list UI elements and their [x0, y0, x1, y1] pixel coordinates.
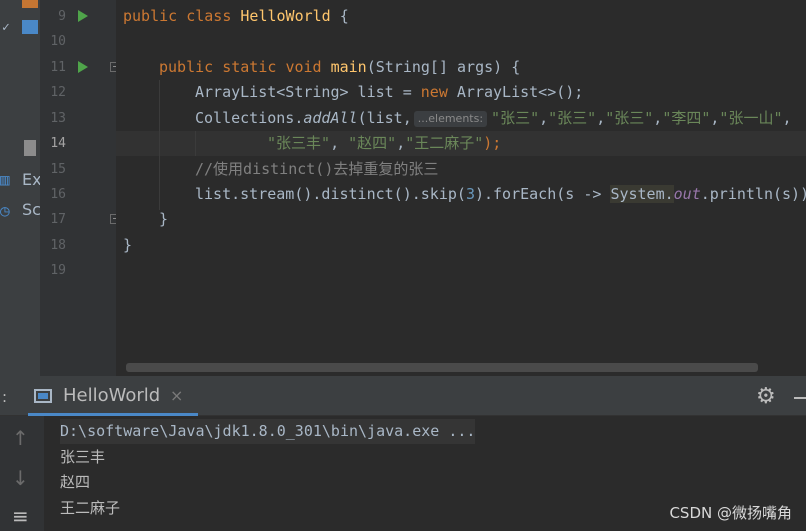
- line-number: 16: [50, 187, 66, 202]
- checkmark-icon: ✓: [2, 20, 10, 35]
- clock-icon[interactable]: ◷: [0, 201, 10, 220]
- console-output-line: 赵四: [60, 473, 91, 491]
- params: (String[] args) {: [366, 58, 521, 76]
- method-name: main: [330, 58, 367, 76]
- file-icon[interactable]: [24, 140, 36, 156]
- run-tool-window-header: : HelloWorld × ⚙: [0, 380, 806, 416]
- folder-icon[interactable]: [22, 20, 38, 34]
- brace: }: [123, 236, 133, 254]
- class-name: HelloWorld: [240, 7, 331, 25]
- editor-gutter: 9 10 11 12 13 14 15 16 17 18 19: [40, 0, 120, 376]
- string-literal: "张三": [491, 109, 540, 127]
- sidebar-item-sc[interactable]: Sc: [22, 200, 41, 219]
- indent-guide: [159, 80, 160, 210]
- code-editor[interactable]: public class HelloWorld { public static …: [116, 0, 806, 376]
- code-line-12: ArrayList<String> list = new ArrayList<>…: [195, 80, 583, 105]
- keyword: class: [186, 7, 232, 25]
- line-number: 19: [50, 263, 66, 278]
- static-field: out: [673, 185, 701, 203]
- module-icon[interactable]: [22, 0, 38, 8]
- statement-end: );: [483, 134, 502, 152]
- code-line-16: list.stream().distinct().skip(3).forEach…: [195, 182, 806, 207]
- number-literal: 3: [465, 185, 475, 203]
- sidebar-item-ex[interactable]: Ex: [22, 170, 42, 189]
- parameter-hint: ...elements:: [413, 110, 488, 127]
- code-text: list.stream().distinct().skip(: [195, 185, 466, 203]
- keyword: static: [222, 58, 277, 76]
- arrow-down-icon[interactable]: ↓: [12, 466, 29, 490]
- horizontal-scrollbar[interactable]: [126, 363, 758, 372]
- string-literal: "李四": [662, 109, 711, 127]
- tab-helloworld[interactable]: HelloWorld ×: [28, 380, 198, 416]
- brace: {: [330, 7, 349, 25]
- line-number: 17: [50, 212, 66, 227]
- run-class-icon[interactable]: [78, 10, 88, 22]
- console-output-line: 王二麻子: [60, 499, 121, 517]
- brace: }: [159, 210, 169, 228]
- line-number: 15: [50, 162, 66, 177]
- line-number: 18: [50, 238, 66, 253]
- run-main-icon[interactable]: [78, 61, 88, 73]
- console-output-line: 张三丰: [60, 448, 106, 466]
- console-toolbar: ↑ ↓ ≡: [0, 416, 44, 531]
- keyword: public: [123, 7, 178, 25]
- line-number: 14: [50, 136, 66, 151]
- code-text: ArrayList<String> list =: [195, 83, 421, 101]
- code-comment: //使用distinct()去掉重复的张三: [195, 160, 439, 178]
- keyword: public: [159, 58, 214, 76]
- line-number: 9: [58, 9, 66, 24]
- line-number: 10: [50, 34, 66, 49]
- code-text: ,: [782, 109, 792, 127]
- tab-title: HelloWorld: [63, 385, 161, 406]
- keyword: void: [285, 58, 322, 76]
- arrow-up-icon[interactable]: ↑: [12, 426, 29, 450]
- bar-chart-icon[interactable]: ▥: [0, 170, 10, 189]
- string-literal: "张三丰": [267, 134, 331, 152]
- string-literal: "王二麻子": [405, 134, 484, 152]
- minimize-icon[interactable]: [794, 397, 806, 399]
- string-literal: "张三": [605, 109, 654, 127]
- soft-wrap-icon[interactable]: ≡: [12, 504, 29, 528]
- highlighted-class: System.: [610, 185, 674, 203]
- console-icon: [34, 389, 52, 403]
- indent-guide: [195, 131, 196, 156]
- code-text: .println(s)): [700, 185, 806, 203]
- code-line-13: Collections.addAll(list, ...elements: "张三"…: [195, 109, 792, 127]
- method-name: addAll: [303, 109, 358, 127]
- keyword: new: [420, 83, 448, 101]
- console-command-line: D:\software\Java\jdk1.8.0_301\bin\java.e…: [60, 419, 476, 444]
- string-literal: "张一山": [719, 109, 783, 127]
- project-tool-strip: ✓ ▥ Ex ◷ Sc: [0, 0, 42, 376]
- code-text: ArrayList<>();: [447, 83, 584, 101]
- code-line-15: //使用distinct()去掉重复的张三: [195, 157, 438, 182]
- line-number: 13: [50, 111, 66, 126]
- line-number: 11: [50, 60, 66, 75]
- code-text: ).forEach(s ->: [474, 185, 611, 203]
- tool-window-label: :: [2, 388, 8, 406]
- watermark: CSDN @微扬嘴角: [669, 504, 792, 522]
- string-literal: "张三": [548, 109, 597, 127]
- code-line-18: }: [123, 233, 132, 258]
- code-line-14: "张三丰", "赵四","王二麻子");: [267, 134, 502, 152]
- gear-icon[interactable]: ⚙: [756, 384, 776, 409]
- code-line-9: public class HelloWorld {: [123, 4, 349, 29]
- code-text: (list,: [357, 109, 412, 127]
- code-line-11: public static void main(String[] args) {: [159, 55, 520, 80]
- string-literal: "赵四": [348, 134, 397, 152]
- code-line-17: }: [159, 207, 168, 232]
- line-number: 12: [50, 85, 66, 100]
- close-icon[interactable]: ×: [170, 386, 183, 405]
- code-text: Collections.: [195, 109, 304, 127]
